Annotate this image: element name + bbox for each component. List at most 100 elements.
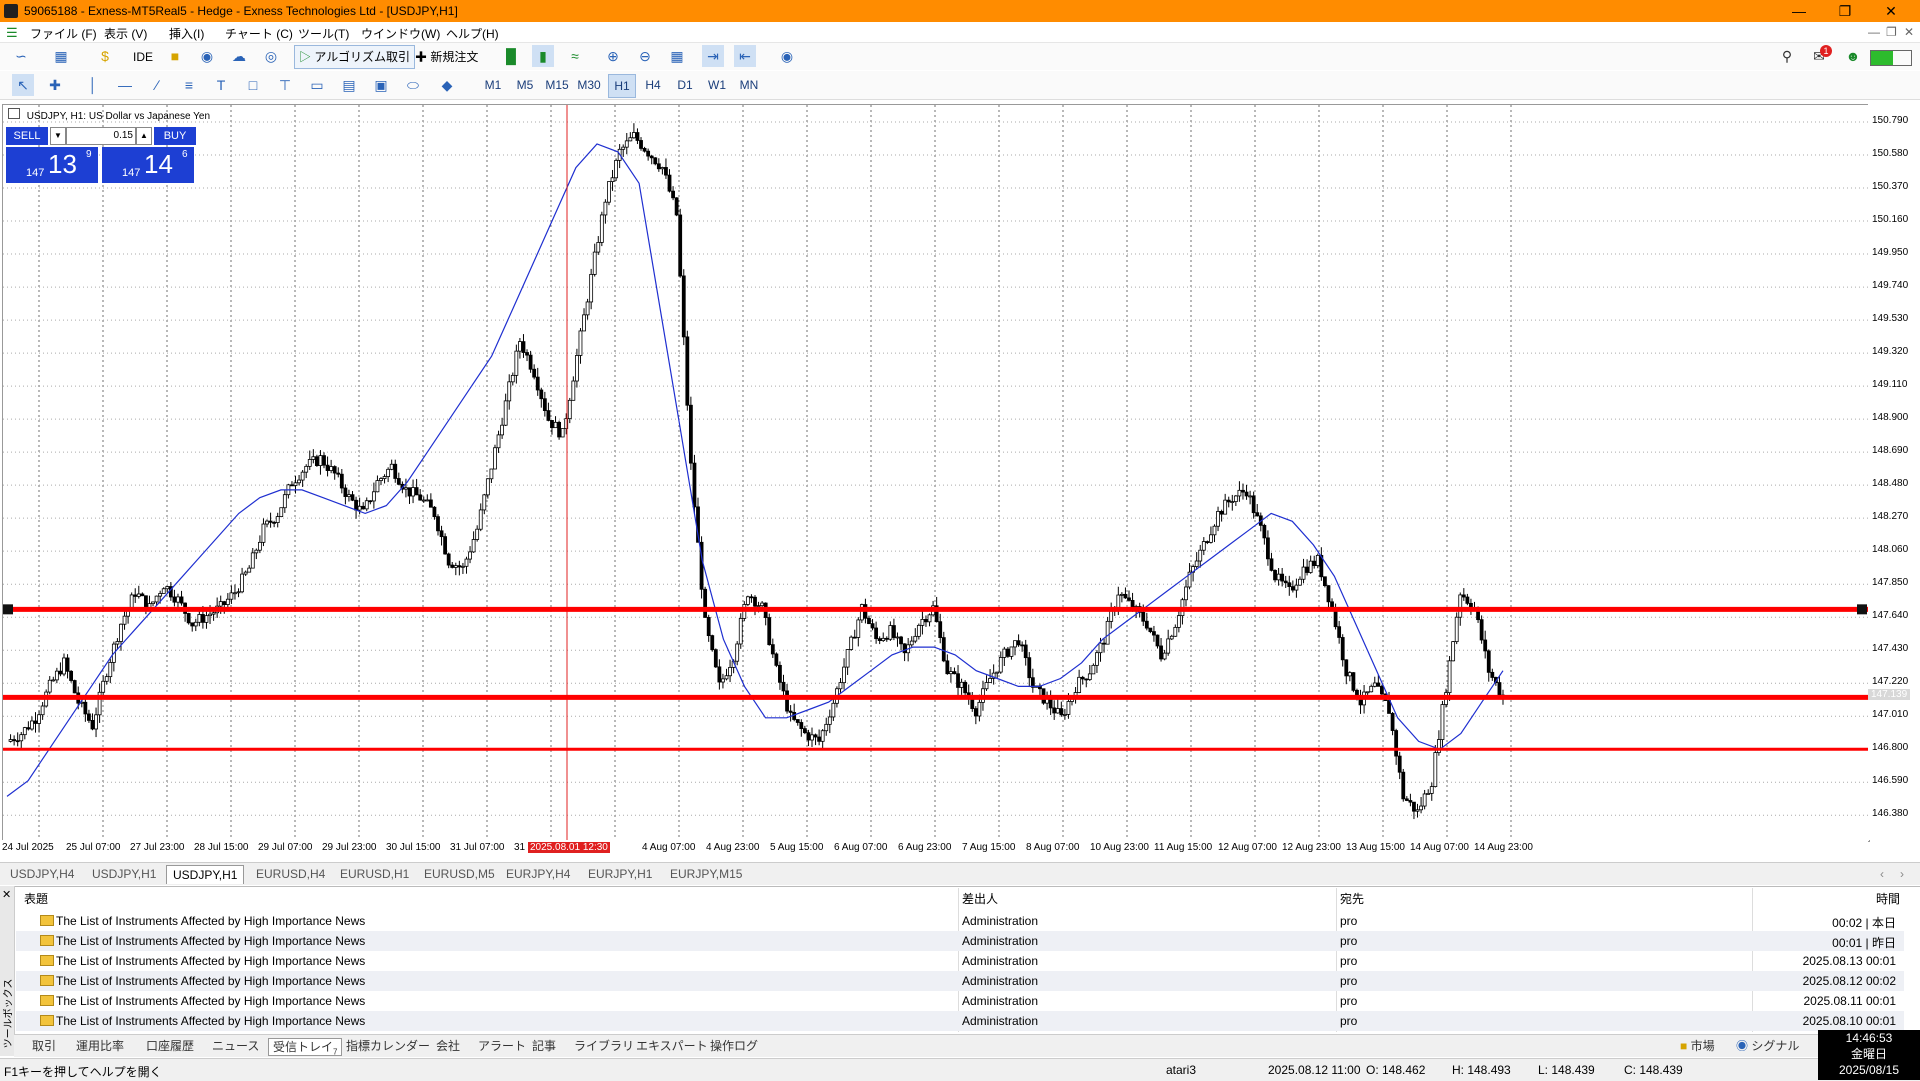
message-row[interactable]: The List of Instruments Affected by High… xyxy=(16,971,1904,991)
chart-type-icon[interactable]: ∽ xyxy=(10,45,32,67)
chart-tab[interactable]: EURUSD,M5 xyxy=(418,865,501,883)
templates-icon[interactable]: ▦ xyxy=(50,45,72,67)
tab-trade[interactable]: 取引 xyxy=(32,1038,56,1054)
tab-news[interactable]: ニュース xyxy=(212,1038,259,1054)
line-chart-icon[interactable]: ≈ xyxy=(564,45,586,67)
message-row[interactable]: The List of Instruments Affected by High… xyxy=(16,991,1904,1011)
message-row[interactable]: The List of Instruments Affected by High… xyxy=(16,1011,1904,1031)
menu-help[interactable]: ヘルプ(H) xyxy=(446,25,499,42)
channel-icon[interactable]: ≡ xyxy=(178,74,200,96)
message-row[interactable]: The List of Instruments Affected by High… xyxy=(16,911,1904,931)
screenshot-icon[interactable]: ◉ xyxy=(776,45,798,67)
message-row[interactable]: The List of Instruments Affected by High… xyxy=(16,931,1904,951)
search-icon[interactable]: ⚲ xyxy=(1776,45,1798,67)
tab-calendar[interactable]: 指標カレンダー xyxy=(346,1038,430,1054)
buy-price-box[interactable]: 147 14 6 xyxy=(102,147,194,183)
chart-shift-icon[interactable]: ⇤ xyxy=(734,45,756,67)
chart-settings-icon[interactable] xyxy=(8,108,20,119)
tab-alerts[interactable]: アラート xyxy=(478,1038,526,1054)
tab-history[interactable]: 口座履歴 xyxy=(146,1038,194,1054)
vertical-line-icon[interactable]: │ xyxy=(82,74,104,96)
text-icon[interactable]: T xyxy=(210,74,232,96)
mdi-close-button[interactable]: ✕ xyxy=(1904,25,1914,39)
col-recipient-header[interactable]: 宛先 xyxy=(1340,890,1364,907)
tab-mailbox[interactable]: 受信トレイ7 xyxy=(268,1038,343,1056)
candles-icon[interactable]: ▮ xyxy=(532,45,554,67)
trendline-icon[interactable]: ∕ xyxy=(146,74,168,96)
chart-tab[interactable]: USDJPY,H1 xyxy=(86,865,162,883)
ok-button-icon[interactable]: ▣ xyxy=(370,74,392,96)
col-sender-header[interactable]: 差出人 xyxy=(962,890,998,907)
sell-button[interactable]: SELL xyxy=(6,127,48,145)
rectangle-icon[interactable]: □ xyxy=(242,74,264,96)
user-icon[interactable]: ☻ xyxy=(1842,45,1864,67)
new-order-button[interactable]: ✚ 新規注文 xyxy=(410,45,483,69)
chart-tab[interactable]: EURJPY,M15 xyxy=(664,865,748,883)
text-label-icon[interactable]: ⊤ xyxy=(274,74,296,96)
col-time-header[interactable]: 時間 xyxy=(1876,890,1900,907)
algo-trading-button[interactable]: ▷ アルゴリズム取引 xyxy=(294,45,416,69)
tf-d1[interactable]: D1 xyxy=(672,74,698,96)
chart-tab[interactable]: EURUSD,H4 xyxy=(250,865,331,883)
tab-journal[interactable]: 操作ログ xyxy=(710,1038,758,1054)
sell-price-box[interactable]: 147 13 9 xyxy=(6,147,98,183)
menu-tools[interactable]: ツール(T) xyxy=(298,25,349,42)
market-watch-icon[interactable]: $ xyxy=(94,45,116,67)
tf-h4[interactable]: H4 xyxy=(640,74,666,96)
signals-button[interactable]: ◉ シグナル xyxy=(1736,1038,1799,1054)
chart-tab[interactable]: EURJPY,H4 xyxy=(500,865,576,883)
menu-window[interactable]: ウインドウ(W) xyxy=(361,25,440,42)
ide-button[interactable]: IDE xyxy=(128,45,158,69)
mdi-restore-button[interactable]: ❐ xyxy=(1886,25,1897,39)
toolbox-close-icon[interactable]: ✕ xyxy=(2,888,11,901)
minimize-button[interactable]: — xyxy=(1776,1,1822,21)
autoscroll-icon[interactable]: ⇥ xyxy=(702,45,724,67)
menu-chart[interactable]: チャート (C) xyxy=(225,25,293,42)
maximize-button[interactable]: ❐ xyxy=(1822,1,1868,21)
price-chart[interactable] xyxy=(2,104,1870,842)
time-axis[interactable]: 24 Jul 2025 25 Jul 07:00 27 Jul 23:00 28 Ju… xyxy=(0,840,1868,858)
chart-tab-active[interactable]: USDJPY,H1 xyxy=(166,865,245,884)
tf-mn[interactable]: MN xyxy=(736,74,762,96)
tabs-scroll-right-icon[interactable]: › xyxy=(1900,867,1904,881)
tf-m5[interactable]: M5 xyxy=(512,74,538,96)
price-label-icon[interactable]: ▭ xyxy=(306,74,328,96)
market-button[interactable]: ■ 市場 xyxy=(1680,1038,1715,1054)
tf-h1[interactable]: H1 xyxy=(608,74,636,98)
tf-w1[interactable]: W1 xyxy=(704,74,730,96)
status-profile[interactable]: atari3 xyxy=(1166,1063,1196,1077)
tabs-scroll-left-icon[interactable]: ‹ xyxy=(1880,867,1884,881)
crosshair-icon[interactable]: ✚ xyxy=(44,74,66,96)
menu-view[interactable]: 表示 (V) xyxy=(104,25,147,42)
tab-company[interactable]: 会社 xyxy=(436,1038,460,1054)
ellipse-icon[interactable]: ⬭ xyxy=(402,74,424,96)
tile-windows-icon[interactable]: ▦ xyxy=(666,45,688,67)
lot-input[interactable]: 0.15 xyxy=(66,127,136,145)
zoom-in-icon[interactable]: ⊕ xyxy=(602,45,624,67)
cursor-icon[interactable]: ↖ xyxy=(12,74,34,96)
cloud-icon[interactable]: ☁ xyxy=(228,45,250,67)
tab-exposure[interactable]: 運用比率 xyxy=(76,1038,124,1054)
lot-increase-button[interactable]: ▲ xyxy=(136,127,152,145)
tf-m1[interactable]: M1 xyxy=(480,74,506,96)
chart-tab[interactable]: EURUSD,H1 xyxy=(334,865,415,883)
col-subject-header[interactable]: 表題 xyxy=(24,890,48,907)
horizontal-line-icon[interactable]: — xyxy=(114,74,136,96)
signal-icon[interactable]: ◉ xyxy=(196,45,218,67)
buy-button[interactable]: BUY xyxy=(154,127,196,145)
chart-tab[interactable]: EURJPY,H1 xyxy=(582,865,658,883)
message-row[interactable]: The List of Instruments Affected by High… xyxy=(16,951,1904,971)
chart-canvas[interactable] xyxy=(3,105,1869,841)
vps-icon[interactable]: ◎ xyxy=(260,45,282,67)
chart-object-icon[interactable]: ▤ xyxy=(338,74,360,96)
close-button[interactable]: ✕ xyxy=(1868,1,1914,21)
bar-chart-icon[interactable]: █ xyxy=(500,45,522,67)
lot-decrease-button[interactable]: ▼ xyxy=(50,127,66,145)
mdi-minimize-button[interactable]: — xyxy=(1868,25,1880,39)
chart-tab[interactable]: USDJPY,H4 xyxy=(4,865,80,883)
menu-file[interactable]: ファイル (F) xyxy=(30,25,97,42)
bag-icon[interactable]: ■ xyxy=(164,45,186,67)
price-axis[interactable]: 150.790 150.580 150.370 150.160 149.950 149.7… xyxy=(1868,104,1920,840)
shapes-icon[interactable]: ◆ xyxy=(436,74,458,96)
tab-experts[interactable]: エキスパート xyxy=(636,1038,708,1054)
